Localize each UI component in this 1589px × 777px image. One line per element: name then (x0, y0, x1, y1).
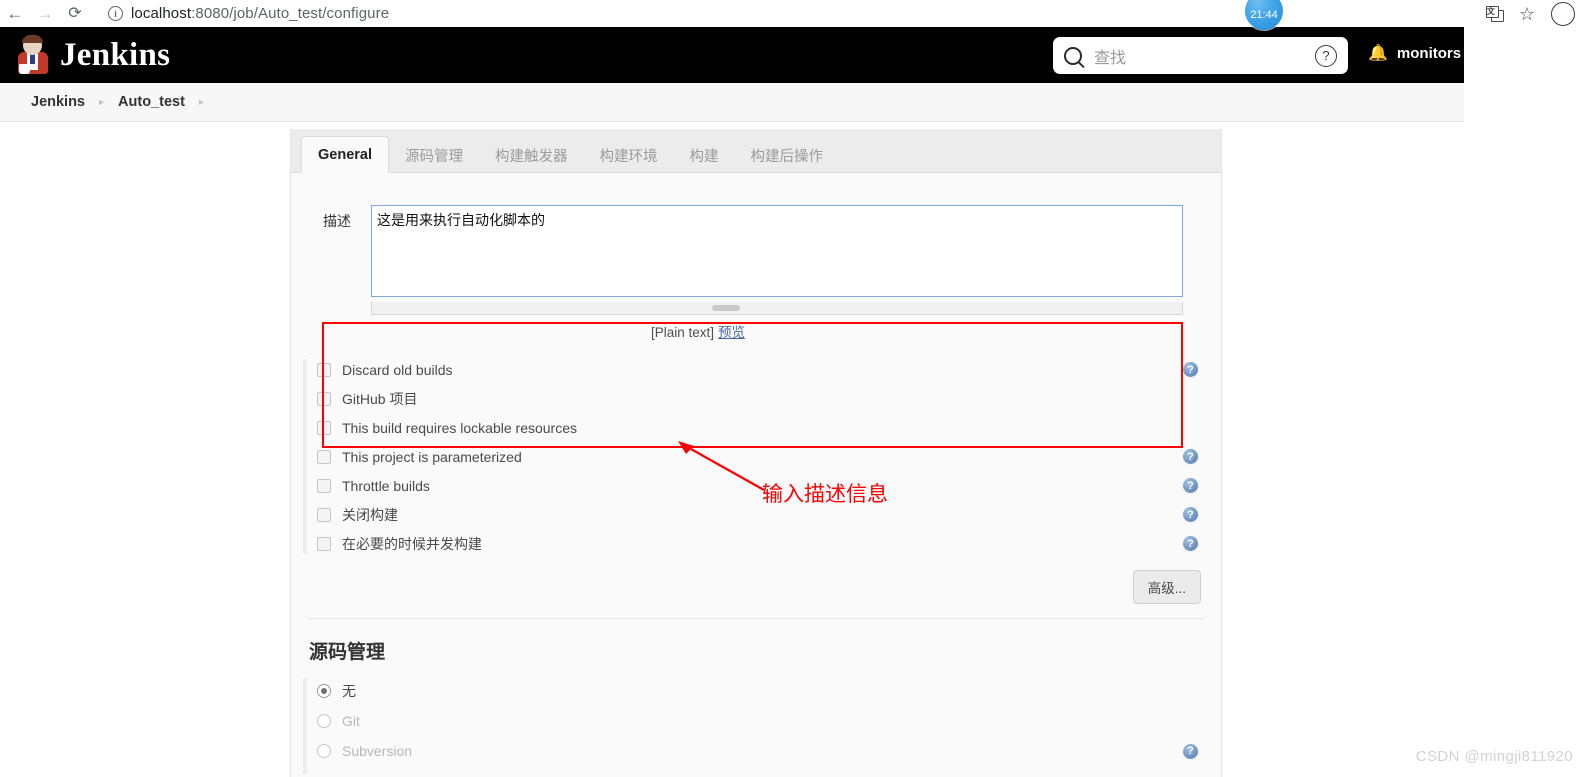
browser-actions: 文 ☆ (1485, 0, 1589, 27)
url-path: :8080/job/Auto_test/configure (191, 5, 390, 22)
option-lockable-resources[interactable]: This build requires lockable resources (305, 413, 1221, 442)
plain-text-note: [Plain text] (651, 325, 715, 340)
clock-badge: 21:44 (1245, 0, 1283, 30)
url-host: localhost (131, 5, 192, 22)
description-horizontal-scrollbar[interactable] (371, 302, 1183, 315)
forward-arrow-icon[interactable]: → (30, 0, 60, 27)
user-name-label: monitors (1396, 45, 1462, 62)
jenkins-header: Jenkins 查找 ? 🔔 monitors (0, 27, 1464, 83)
help-icon-concurrent-builds[interactable]: ? (1182, 535, 1199, 552)
watermark-text: CSDN @mingji811920 (1415, 748, 1573, 765)
tab-build-triggers[interactable]: 构建触发器 (479, 138, 584, 172)
advanced-button[interactable]: 高级... (1132, 570, 1201, 604)
option-label: Throttle builds (342, 477, 430, 494)
tab-scm-label: 源码管理 (405, 148, 463, 165)
browser-toolbar: ← → ⟳ i localhost:8080/job/Auto_test/con… (0, 0, 1589, 30)
screenshot-root: ← → ⟳ i localhost:8080/job/Auto_test/con… (0, 0, 1589, 777)
preview-link[interactable]: 预览 (718, 325, 745, 340)
scm-option-label: Git (342, 713, 360, 729)
description-format-row: [Plain text] 预览 (291, 321, 1221, 341)
option-label: 在必要的时候并发构建 (342, 535, 482, 552)
checkbox-discard-old-builds[interactable] (317, 362, 331, 377)
jenkins-butler-logo-icon (18, 35, 48, 74)
search-icon (1064, 46, 1082, 65)
breadcrumb-item-auto-test[interactable]: Auto_test (118, 94, 185, 110)
tab-triggers-label: 构建触发器 (495, 148, 568, 165)
scm-section-title: 源码管理 (309, 642, 386, 663)
site-info-icon[interactable]: i (108, 6, 123, 21)
description-field-wrap (371, 205, 1183, 315)
jenkins-content: General 源码管理 构建触发器 构建环境 构建 构建后操作 描述 这是用来… (0, 122, 1464, 777)
description-textarea[interactable] (371, 205, 1183, 297)
help-icon-project-parameterized[interactable]: ? (1182, 448, 1199, 465)
option-project-parameterized[interactable]: This project is parameterized ? (305, 442, 1221, 471)
breadcrumb-separator-icon-2: ▸ (198, 96, 204, 108)
radio-scm-none[interactable] (317, 684, 331, 698)
scm-option-label: 无 (342, 683, 356, 699)
scm-option-label: Subversion (342, 743, 413, 759)
help-icon-throttle-builds[interactable]: ? (1182, 477, 1199, 494)
search-box[interactable]: 查找 ? (1053, 37, 1348, 74)
config-tab-strip: General 源码管理 构建触发器 构建环境 构建 构建后操作 (291, 129, 1221, 173)
scrollbar-thumb[interactable] (712, 305, 741, 311)
user-menu[interactable]: 🔔 monitors (1368, 45, 1461, 62)
radio-scm-subversion[interactable] (317, 744, 331, 758)
tab-source-code-management[interactable]: 源码管理 (389, 138, 479, 172)
checkbox-project-parameterized[interactable] (317, 449, 331, 464)
tab-general-label: General (318, 146, 372, 163)
general-options-list: Discard old builds ? GitHub 项目 This buil… (291, 355, 1221, 558)
scm-option-git[interactable]: Git (305, 706, 1221, 736)
option-label: This build requires lockable resources (342, 419, 577, 436)
translate-icon[interactable]: 文 (1485, 6, 1504, 22)
checkbox-lockable-resources[interactable] (317, 420, 331, 435)
option-github-project[interactable]: GitHub 项目 (305, 384, 1221, 413)
radio-scm-git[interactable] (317, 714, 331, 728)
scm-options-list: 无 Git Subversion ? (291, 676, 1221, 777)
reload-icon[interactable]: ⟳ (60, 0, 90, 27)
option-discard-old-builds[interactable]: Discard old builds ? (305, 355, 1221, 384)
help-icon-disable-build[interactable]: ? (1182, 506, 1199, 523)
job-configure-panel: General 源码管理 构建触发器 构建环境 构建 构建后操作 描述 这是用来… (290, 129, 1222, 777)
jenkins-wordmark: Jenkins (60, 36, 171, 73)
checkbox-disable-build[interactable] (317, 507, 331, 522)
scm-option-subversion[interactable]: Subversion ? (305, 736, 1221, 766)
tab-general[interactable]: General (301, 136, 389, 173)
bookmark-star-icon[interactable]: ☆ (1519, 5, 1535, 23)
jenkins-home-link[interactable]: Jenkins (18, 35, 171, 74)
checkbox-github-project[interactable] (317, 391, 331, 406)
general-section: 描述 [Plain text]预览 Discard old bui (291, 173, 1221, 777)
help-icon-discard-old-builds[interactable]: ? (1182, 361, 1199, 378)
tab-build-environment[interactable]: 构建环境 (584, 138, 674, 172)
option-label: Discard old builds (342, 361, 453, 378)
tab-build[interactable]: 构建 (674, 138, 735, 172)
back-arrow-icon[interactable]: ← (0, 0, 30, 27)
url-text: localhost:8080/job/Auto_test/configure (131, 5, 389, 22)
tab-environment-label: 构建环境 (599, 148, 658, 165)
description-row: 描述 (291, 191, 1221, 315)
option-concurrent-builds[interactable]: 在必要的时候并发构建 ? (305, 529, 1221, 558)
address-bar[interactable]: i localhost:8080/job/Auto_test/configure (102, 3, 400, 24)
profile-avatar-icon[interactable] (1551, 1, 1575, 26)
breadcrumb: Jenkins ▸ Auto_test ▸ (0, 83, 1464, 122)
checkbox-throttle-builds[interactable] (317, 478, 331, 493)
advanced-row: 高级... (291, 570, 1221, 618)
annotation-label: 输入描述信息 (762, 483, 888, 506)
help-icon-scm[interactable]: ? (1182, 742, 1199, 760)
description-label: 描述 (323, 213, 351, 229)
scm-option-none[interactable]: 无 (305, 676, 1221, 706)
tab-post-build-label: 构建后操作 (750, 148, 824, 165)
breadcrumb-item-jenkins[interactable]: Jenkins (31, 94, 85, 110)
notification-bell-icon[interactable]: 🔔 (1368, 45, 1388, 62)
jenkins-page: Jenkins 查找 ? 🔔 monitors Jenkins ▸ Auto_t… (0, 27, 1464, 777)
option-label: 关闭构建 (342, 506, 398, 523)
breadcrumb-separator-icon: ▸ (99, 96, 105, 108)
option-label: This project is parameterized (342, 448, 522, 465)
search-help-icon[interactable]: ? (1315, 44, 1337, 67)
option-label: GitHub 项目 (342, 390, 418, 407)
tab-build-label: 构建 (689, 148, 719, 165)
checkbox-concurrent-builds[interactable] (317, 536, 331, 551)
tab-post-build-actions[interactable]: 构建后操作 (735, 138, 840, 172)
search-input[interactable]: 查找 (1094, 44, 1315, 68)
